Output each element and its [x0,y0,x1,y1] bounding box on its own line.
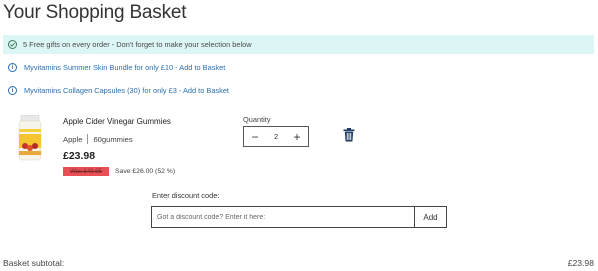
discount-code-label: Enter discount code: [152,191,220,200]
basket-subtotal-label: Basket subtotal: [3,258,65,268]
discount-code-input[interactable] [151,206,415,228]
quantity-label: Quantity [243,115,271,124]
quantity-stepper: − 2 + [243,126,309,147]
product-flavour: Apple [63,134,83,144]
was-price-badge: Was £49.95 [63,167,109,176]
product-image[interactable] [15,115,45,162]
product-size: 60gummies [93,134,133,144]
quantity-value[interactable]: 2 [274,132,278,141]
free-gift-text: 5 Free gifts on every order - Don't forg… [23,40,252,49]
offer-link[interactable]: Myvitamins Collagen Capsules (30) for on… [24,86,229,95]
check-circle-icon [8,40,17,49]
product-variant: Apple 60gummies [63,134,133,144]
product-name[interactable]: Apple Cider Vinegar Gummies [63,117,171,126]
product-price: £23.98 [63,150,96,162]
info-icon: i [8,86,17,95]
offer-link[interactable]: Myvitamins Summer Skin Bundle for only £… [24,63,225,72]
free-gift-banner: 5 Free gifts on every order - Don't forg… [3,35,594,54]
decrease-quantity-button[interactable]: − [250,131,260,143]
info-icon: i [8,63,17,72]
add-discount-button[interactable]: Add [414,206,447,228]
increase-quantity-button[interactable]: + [292,131,302,143]
savings-text: Save £26.00 (52 %) [115,168,176,175]
trash-icon[interactable] [343,128,355,142]
basket-subtotal-value: £23.98 [567,258,594,268]
page-title: Your Shopping Basket [3,2,187,23]
offer-collagen-capsules[interactable]: i Myvitamins Collagen Capsules (30) for … [8,86,229,95]
offer-summer-skin-bundle[interactable]: i Myvitamins Summer Skin Bundle for only… [8,63,225,72]
divider [87,134,89,144]
